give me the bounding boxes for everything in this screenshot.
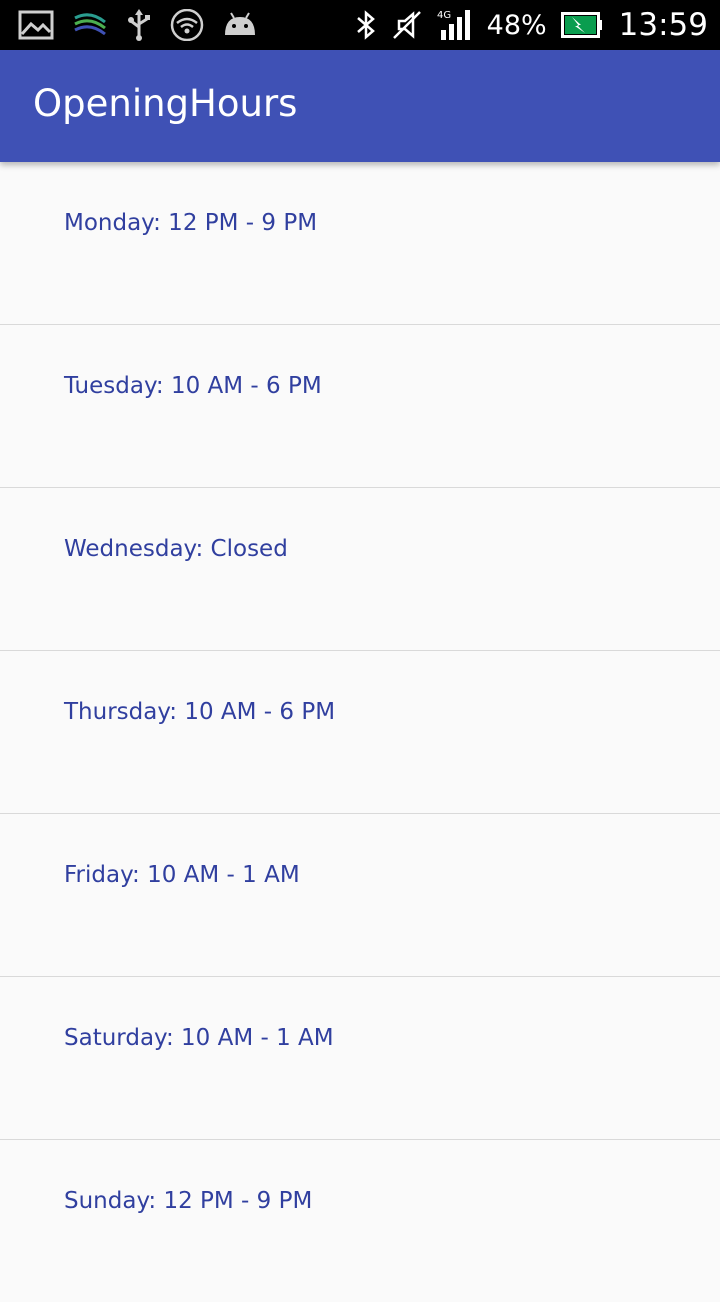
status-bar-right: 4G 48% 13:59 bbox=[355, 0, 708, 50]
status-bar: 4G 48% 13:59 bbox=[0, 0, 720, 50]
list-item-wednesday[interactable]: Wednesday: Closed bbox=[0, 488, 720, 651]
list-item-text: Thursday: 10 AM - 6 PM bbox=[64, 699, 336, 725]
app-title: OpeningHours bbox=[33, 82, 298, 125]
list-item-saturday[interactable]: Saturday: 10 AM - 1 AM bbox=[0, 977, 720, 1140]
signal-icon: 4G bbox=[437, 8, 473, 42]
usb-icon bbox=[126, 9, 152, 41]
android-icon bbox=[222, 11, 258, 39]
battery-icon bbox=[560, 12, 603, 38]
app-bar: OpeningHours bbox=[0, 50, 720, 162]
bluetooth-icon bbox=[355, 9, 377, 41]
list-item-text: Tuesday: 10 AM - 6 PM bbox=[64, 373, 322, 399]
network-type-label: 4G bbox=[437, 10, 451, 21]
swiftkey-icon bbox=[72, 10, 108, 40]
list-item-text: Wednesday: Closed bbox=[64, 536, 288, 562]
list-item-sunday[interactable]: Sunday: 12 PM - 9 PM bbox=[0, 1140, 720, 1302]
wifi-icon bbox=[170, 9, 204, 41]
opening-hours-list: Monday: 12 PM - 9 PM Tuesday: 10 AM - 6 … bbox=[0, 162, 720, 1302]
silent-icon bbox=[391, 9, 423, 41]
list-item-friday[interactable]: Friday: 10 AM - 1 AM bbox=[0, 814, 720, 977]
list-item-text: Sunday: 12 PM - 9 PM bbox=[64, 1188, 313, 1214]
battery-percent: 48% bbox=[486, 9, 547, 41]
list-item-monday[interactable]: Monday: 12 PM - 9 PM bbox=[0, 162, 720, 325]
clock-time: 13:59 bbox=[618, 7, 708, 43]
list-item-text: Saturday: 10 AM - 1 AM bbox=[64, 1025, 334, 1051]
status-bar-left bbox=[18, 0, 258, 50]
list-item-thursday[interactable]: Thursday: 10 AM - 6 PM bbox=[0, 651, 720, 814]
gallery-icon bbox=[18, 10, 54, 40]
list-item-tuesday[interactable]: Tuesday: 10 AM - 6 PM bbox=[0, 325, 720, 488]
list-item-text: Monday: 12 PM - 9 PM bbox=[64, 210, 318, 236]
list-item-text: Friday: 10 AM - 1 AM bbox=[64, 862, 300, 888]
